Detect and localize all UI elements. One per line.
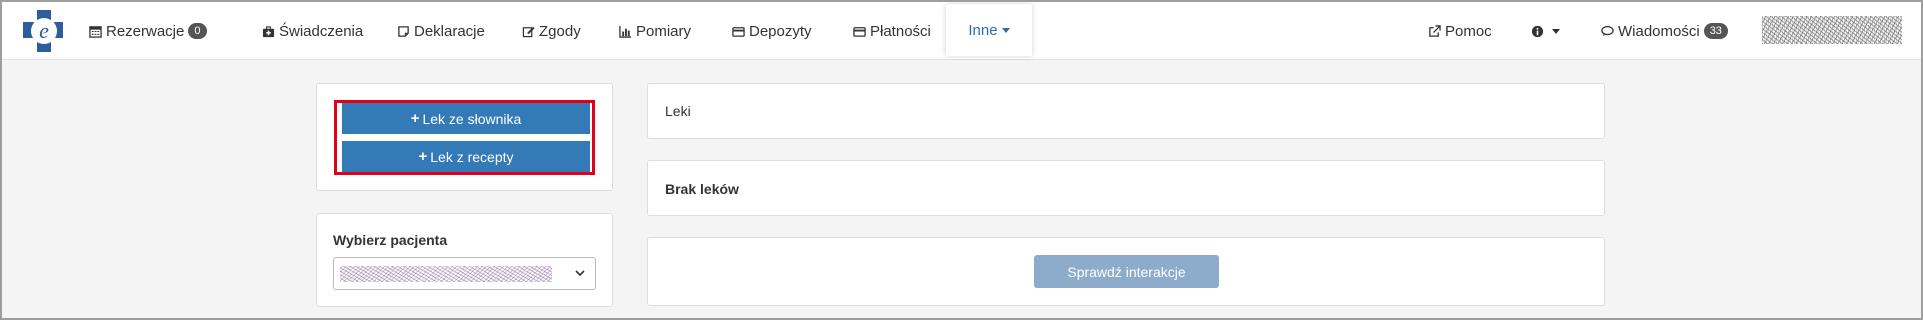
nav-depozyty-label: Depozyty bbox=[749, 22, 812, 40]
sticky-note-icon bbox=[396, 24, 411, 39]
nav-inne-label: Inne bbox=[968, 21, 998, 39]
caret-down-icon bbox=[1552, 28, 1560, 34]
nav-pomiary-label: Pomiary bbox=[636, 22, 692, 40]
credit-card-icon bbox=[731, 24, 746, 39]
nav-pomiary[interactable]: Pomiary bbox=[618, 2, 691, 60]
nav-wiadomosci-label: Wiadomości bbox=[1618, 22, 1700, 40]
medicines-list-panel bbox=[647, 160, 1605, 216]
chevron-down-icon bbox=[575, 270, 585, 277]
nav-depozyty[interactable]: Depozyty bbox=[731, 2, 812, 60]
redacted-patient-name bbox=[340, 266, 552, 282]
caret-down-icon bbox=[1001, 27, 1010, 33]
info-dropdown[interactable] bbox=[1530, 2, 1560, 60]
nav-zgody[interactable]: Zgody bbox=[521, 2, 581, 60]
patient-heading: Wybierz pacjenta bbox=[333, 232, 448, 248]
plus-icon: + bbox=[410, 110, 420, 127]
nav-zgody-label: Zgody bbox=[539, 22, 581, 40]
patient-select[interactable] bbox=[333, 257, 596, 290]
add-from-prescription-label: Lek z recepty bbox=[430, 148, 514, 165]
nav-rezerwacje[interactable]: Rezerwacje 0 bbox=[88, 2, 207, 60]
nav-wiadomosci[interactable]: Wiadomości 33 bbox=[1600, 2, 1728, 60]
plus-icon: + bbox=[418, 148, 428, 165]
no-medicines-text: Brak leków bbox=[665, 181, 739, 197]
nav-deklaracje-label: Deklaracje bbox=[414, 22, 485, 40]
nav-inne-dropdown[interactable]: Inne bbox=[946, 4, 1032, 56]
calendar-icon bbox=[88, 24, 103, 39]
reservations-count-badge: 0 bbox=[188, 23, 207, 39]
edit-icon bbox=[521, 24, 536, 39]
payment-card-icon bbox=[852, 24, 867, 39]
nav-rezerwacje-label: Rezerwacje bbox=[106, 22, 185, 40]
nav-pomoc[interactable]: Pomoc bbox=[1427, 2, 1492, 60]
top-navbar: e Rezerwacje 0 Świadczenia Deklaracje Zg… bbox=[2, 2, 1921, 60]
add-medicine-panel bbox=[316, 83, 613, 191]
nav-pomoc-label: Pomoc bbox=[1445, 22, 1492, 40]
messages-count-badge: 33 bbox=[1703, 23, 1728, 39]
comments-icon bbox=[1600, 24, 1615, 39]
check-interactions-button[interactable]: Sprawdź interakcje bbox=[1034, 255, 1219, 288]
redacted-user-menu[interactable] bbox=[1762, 16, 1902, 44]
nav-platnosci-label: Płatności bbox=[870, 22, 931, 40]
external-link-icon bbox=[1427, 24, 1442, 39]
nav-swiadczenia[interactable]: Świadczenia bbox=[261, 2, 363, 60]
add-from-dictionary-label: Lek ze słownika bbox=[422, 110, 522, 127]
add-from-prescription-button[interactable]: + Lek z recepty bbox=[342, 141, 590, 172]
add-from-dictionary-button[interactable]: + Lek ze słownika bbox=[342, 103, 590, 134]
bar-chart-icon bbox=[618, 24, 633, 39]
nav-deklaracje[interactable]: Deklaracje bbox=[396, 2, 485, 60]
nav-swiadczenia-label: Świadczenia bbox=[279, 22, 364, 40]
medicines-panel bbox=[647, 83, 1605, 139]
nav-platnosci[interactable]: Płatności bbox=[852, 2, 931, 60]
svg-text:e: e bbox=[39, 18, 49, 43]
info-circle-icon bbox=[1530, 24, 1545, 39]
app-logo-icon[interactable]: e bbox=[21, 8, 67, 54]
medkit-icon bbox=[261, 24, 276, 39]
medicines-heading: Leki bbox=[665, 103, 691, 119]
